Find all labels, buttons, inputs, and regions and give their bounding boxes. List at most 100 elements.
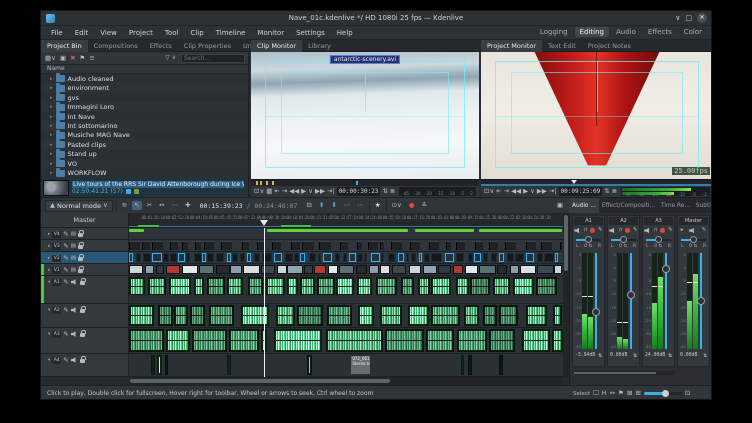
timecode-spin-icon[interactable]: ⇅ — [604, 188, 609, 195]
timeline-clip[interactable] — [142, 241, 150, 250]
bin-folder-row[interactable]: ▸WORKFLOW — [41, 169, 248, 178]
timeline-clip[interactable] — [157, 355, 162, 375]
timeline-clip[interactable] — [358, 305, 374, 326]
tab-effects[interactable]: Effects — [144, 40, 178, 52]
menu-help[interactable]: Help — [331, 29, 359, 37]
expand-chevron-icon[interactable]: ▸ — [50, 76, 53, 82]
marker-flag-icon[interactable]: ⚑ — [618, 390, 624, 397]
timeline-clip[interactable] — [541, 241, 551, 250]
timeline-clip[interactable] — [368, 241, 379, 250]
db-spin-icon[interactable]: ⇅ — [668, 352, 672, 359]
record-icon[interactable] — [590, 228, 595, 233]
timeline-clip[interactable] — [497, 265, 508, 274]
timeline-clip[interactable] — [522, 329, 550, 352]
timeline-clip[interactable] — [445, 253, 454, 262]
tab-text-edit[interactable]: Text Edit — [542, 40, 582, 52]
tab-subtitles[interactable]: Subtitles — [693, 198, 712, 213]
timeline-clip[interactable] — [468, 355, 473, 375]
timeline-clip[interactable] — [489, 329, 515, 352]
timeline-clip[interactable] — [438, 265, 452, 274]
monitor-menu-icon[interactable]: ≣ — [390, 188, 395, 195]
fader-knob[interactable] — [592, 308, 600, 316]
create-folder-icon[interactable]: ▣ — [60, 55, 66, 62]
timeline-clip[interactable] — [537, 253, 543, 262]
clip-monitor-video[interactable]: antarctic-scenery.avi — [251, 52, 479, 179]
zoom-slider-knob[interactable] — [662, 390, 669, 397]
timeline-clip[interactable] — [505, 241, 516, 250]
track-effects-icon[interactable]: ✎ — [63, 231, 68, 238]
timeline-clip[interactable] — [553, 305, 562, 326]
timeline-clip[interactable] — [470, 277, 490, 295]
timeline-clip[interactable] — [392, 265, 406, 274]
expand-chevron-icon[interactable]: ▸ — [50, 142, 53, 148]
timeline-clip[interactable] — [309, 253, 316, 262]
expand-chevron-icon[interactable]: ▸ — [50, 104, 53, 110]
zoom-slider[interactable] — [644, 392, 682, 395]
timeline-clip[interactable] — [129, 265, 143, 274]
razor-tool-icon[interactable]: ✂ — [145, 201, 154, 210]
timeline-clip[interactable] — [319, 241, 331, 250]
timeline-clip[interactable] — [241, 305, 268, 326]
timeline-clip[interactable] — [520, 265, 536, 274]
timeline-clip[interactable] — [499, 305, 518, 326]
track-effects-icon[interactable]: ✎ — [63, 307, 68, 314]
search-input[interactable] — [181, 54, 245, 63]
video-track-icon[interactable]: ▤ — [71, 243, 76, 249]
timeline-clip[interactable] — [474, 253, 481, 262]
speaker-icon[interactable] — [71, 331, 78, 337]
timeline-clip[interactable] — [483, 305, 497, 326]
timeline-clip[interactable] — [199, 265, 214, 274]
menu-monitor[interactable]: Monitor — [251, 29, 290, 37]
track-header-v1[interactable]: ▸V1✎▤ — [41, 264, 129, 276]
track-effects-icon[interactable]: ✎ — [63, 279, 68, 286]
timeline-clip[interactable] — [195, 241, 201, 250]
menu-tool[interactable]: Tool — [159, 29, 185, 37]
menu-clip[interactable]: Clip — [184, 29, 209, 37]
bin-folder-row[interactable]: ▸environment — [41, 83, 248, 92]
workspace-color[interactable]: Color — [679, 27, 707, 37]
volume-fader[interactable] — [592, 253, 600, 349]
timeline-clip[interactable] — [340, 241, 348, 250]
favorite-effects-icon[interactable]: ★ — [373, 201, 383, 210]
timeline-clip[interactable] — [243, 265, 259, 274]
spacer-tool-icon[interactable]: ↔ — [157, 201, 166, 210]
timeline-clip[interactable] — [129, 253, 133, 262]
play-button[interactable]: ▶ — [301, 188, 306, 195]
overlay-grid-icon[interactable]: ▦ — [266, 188, 272, 195]
expand-chevron-icon[interactable]: ▸ — [50, 151, 53, 157]
timeline-clip[interactable] — [247, 253, 251, 262]
tab-library[interactable]: Library — [302, 40, 337, 52]
mute-icon[interactable] — [609, 228, 616, 234]
timeline-clip[interactable] — [464, 305, 479, 326]
timeline-clip[interactable] — [169, 277, 191, 295]
menu-settings[interactable]: Settings — [290, 29, 331, 37]
timeline-clip[interactable] — [174, 305, 188, 326]
timeline-clip[interactable] — [499, 355, 503, 375]
pan-slider[interactable] — [643, 235, 674, 244]
effects-icon[interactable]: ✎ — [668, 228, 673, 234]
timeline-clip[interactable] — [274, 329, 322, 352]
rewind-button[interactable]: ◀◀ — [289, 188, 299, 195]
video-track-icon[interactable]: ▤ — [71, 255, 76, 261]
zone-out-icon[interactable]: ⇥ — [282, 188, 287, 195]
timeline-clip[interactable] — [410, 241, 420, 250]
timeline-clip[interactable] — [170, 241, 179, 250]
track-header-a2[interactable]: ▾A2✎ — [41, 304, 129, 328]
forward-button[interactable]: ▶▶ — [537, 188, 547, 195]
timeline-clip[interactable] — [143, 253, 150, 262]
video-track-icon[interactable]: ▤ — [71, 267, 76, 273]
timeline-clip[interactable] — [248, 277, 263, 295]
speaker-icon[interactable] — [71, 307, 78, 313]
extract-zone-icon[interactable]: ⬇ — [329, 201, 338, 210]
timeline-clip[interactable] — [229, 329, 259, 352]
timeline-clip[interactable] — [304, 265, 314, 274]
timeline-clip[interactable] — [216, 253, 225, 262]
timeline-clip[interactable] — [151, 355, 155, 375]
timeline-clip[interactable] — [300, 253, 305, 262]
timeline-clip[interactable] — [555, 253, 559, 262]
track-expand-icon[interactable]: ▾ — [48, 358, 50, 363]
timeline-clip[interactable] — [129, 305, 154, 326]
pan-slider[interactable] — [678, 235, 709, 244]
timeline-clip[interactable] — [307, 355, 312, 375]
overflow-menu-icon[interactable]: ≡ — [89, 55, 94, 62]
